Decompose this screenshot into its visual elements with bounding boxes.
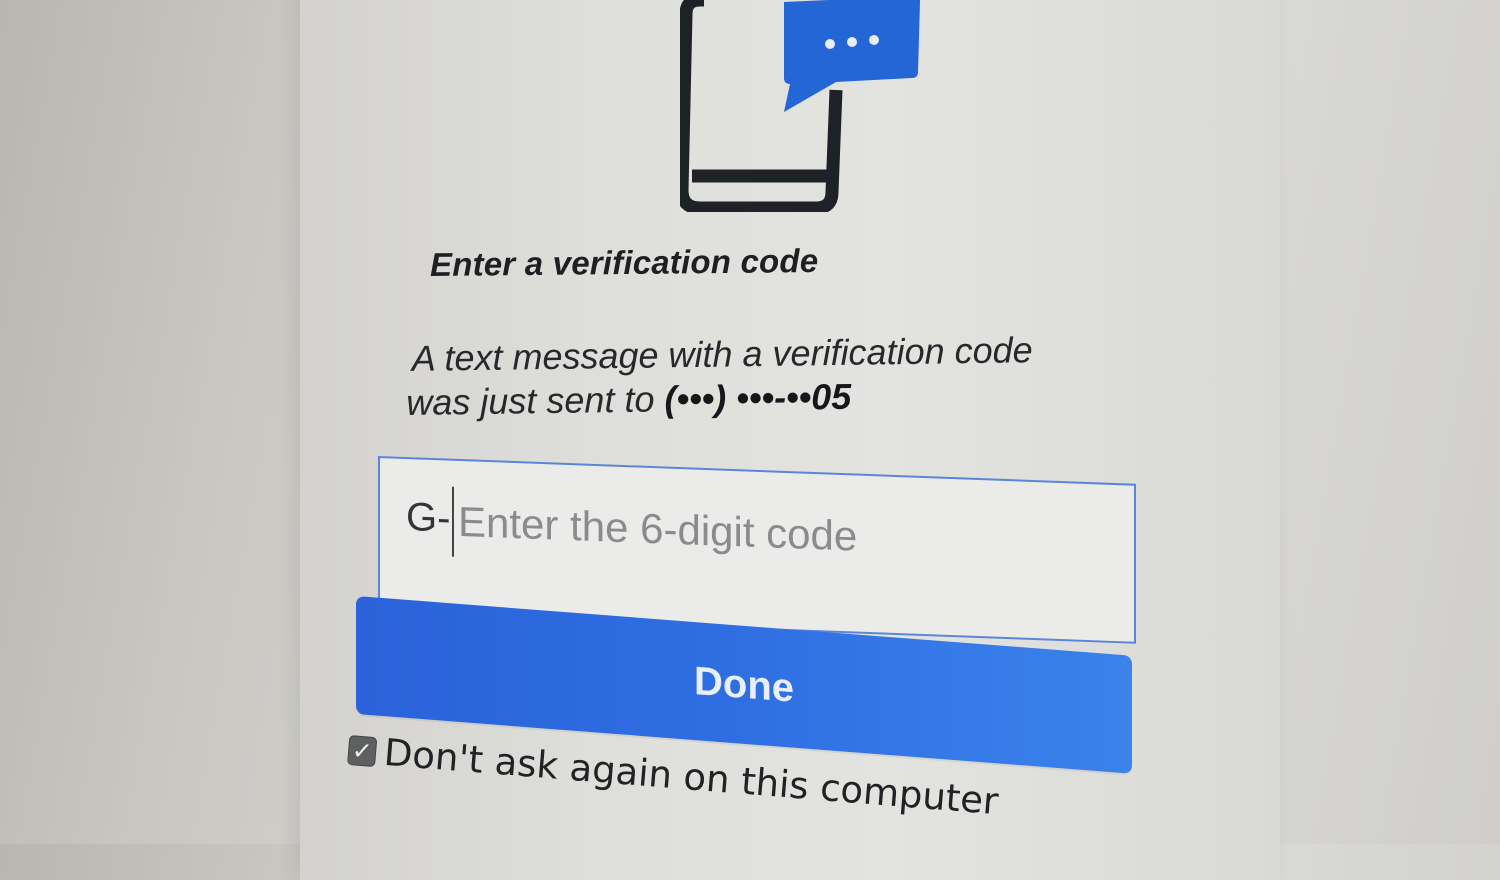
verification-code-input[interactable] <box>452 486 1072 580</box>
code-prefix: G- <box>406 495 451 541</box>
phone-with-message-bubble-icon <box>680 0 920 212</box>
page-title: Enter a verification code <box>429 241 819 284</box>
message-sent-to-text: was just sent to <box>406 378 665 423</box>
verification-message: A text message with a verification code … <box>406 327 1112 425</box>
masked-phone-number: (•••) •••-••05 <box>664 375 852 420</box>
checkmark-icon: ✓ <box>351 735 374 766</box>
screen: Enter a verification code A text message… <box>0 0 1500 880</box>
remember-checkbox[interactable]: ✓ <box>347 734 378 767</box>
